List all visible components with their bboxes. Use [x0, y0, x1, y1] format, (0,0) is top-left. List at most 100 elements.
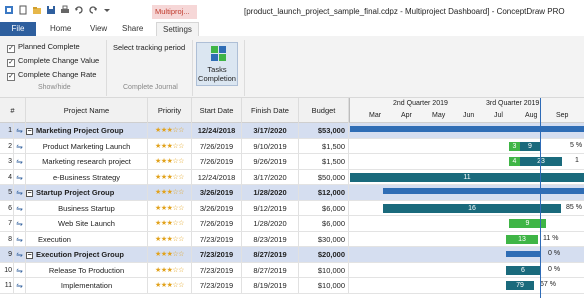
column-header-project-name[interactable]: Project Name — [26, 98, 148, 123]
row-number: 7 — [0, 216, 14, 231]
gantt-bar[interactable]: 11 — [350, 172, 584, 182]
start-date: 7/26/2019 — [192, 216, 242, 231]
row-number: 3 — [0, 154, 14, 169]
quarter-label: 2nd Quarter 2019 — [393, 100, 448, 107]
tab-view[interactable]: View — [90, 22, 107, 36]
timeline-header: 2nd Quarter 2019 3rd Quarter 2019 Mar Ap… — [349, 98, 584, 123]
budget: $30,000 — [299, 231, 349, 247]
project-name[interactable]: Execution — [26, 231, 148, 247]
tab-share[interactable]: Share — [122, 22, 143, 36]
budget: $6,000 — [299, 216, 349, 231]
column-header-budget[interactable]: Budget — [299, 98, 349, 123]
budget: $50,000 — [299, 169, 349, 185]
undo-icon[interactable] — [74, 5, 84, 15]
task-link-icon: ⇋ — [14, 231, 26, 247]
project-name[interactable]: Business Startup — [26, 200, 148, 216]
gantt-bar[interactable]: 79 — [506, 281, 534, 290]
row-number: 2 — [0, 138, 14, 154]
task-link-icon: ⇋ — [14, 123, 26, 138]
gantt-bar[interactable]: 16 — [383, 203, 561, 213]
budget: $1,500 — [299, 154, 349, 169]
print-icon[interactable] — [60, 5, 70, 15]
project-name[interactable]: Web Site Launch — [26, 216, 148, 231]
column-header-priority[interactable]: Priority — [148, 98, 192, 123]
month-label: Sep — [556, 112, 569, 119]
collapse-icon[interactable]: − — [26, 128, 33, 135]
open-folder-icon[interactable] — [32, 5, 42, 15]
complete-change-rate-checkbox[interactable]: ✓ Complete Change Rate — [7, 69, 97, 81]
table-row[interactable]: 3 ⇋ Marketing research project ★★★☆☆ 7/2… — [0, 154, 584, 170]
summary-gantt-bar[interactable] — [350, 126, 584, 132]
task-link-icon: ⇋ — [14, 262, 26, 278]
finish-date: 1/28/2020 — [242, 216, 299, 231]
priority-stars: ★★★☆☆ — [148, 169, 192, 185]
project-name[interactable]: e-Business Strategy — [26, 169, 148, 185]
row-number: 10 — [0, 262, 14, 278]
month-label: Jun — [463, 112, 475, 119]
summary-gantt-bar[interactable] — [383, 188, 584, 194]
redo-icon[interactable] — [88, 5, 98, 15]
collapse-icon[interactable]: − — [26, 190, 33, 197]
project-name[interactable]: − Execution Project Group — [26, 247, 148, 262]
month-label: May — [432, 112, 446, 119]
table-row[interactable]: 8 ⇋ Execution ★★★☆☆ 7/23/2019 8/23/2019 … — [0, 231, 584, 247]
gantt-bar[interactable]: 13 — [506, 234, 538, 244]
priority-stars: ★★★☆☆ — [148, 247, 192, 262]
priority-stars: ★★★☆☆ — [148, 216, 192, 231]
task-link-icon: ⇋ — [14, 154, 26, 169]
column-header-finish-date[interactable]: Finish Date — [242, 98, 299, 123]
start-date: 3/26/2019 — [192, 185, 242, 200]
new-document-icon[interactable] — [18, 5, 28, 15]
gantt-bar[interactable]: 23 — [520, 157, 562, 166]
tab-settings[interactable]: Settings — [156, 22, 199, 36]
project-name[interactable]: Marketing research project — [26, 154, 148, 169]
budget: $12,000 — [299, 185, 349, 200]
task-link-icon: ⇋ — [14, 247, 26, 262]
complete-change-rate-label: Complete Change Rate — [18, 70, 97, 79]
table-row[interactable]: 1 ⇋ − Marketing Project Group ★★★☆☆ 12/24… — [0, 123, 584, 139]
project-name[interactable]: Implementation — [26, 278, 148, 293]
task-link-icon: ⇋ — [14, 138, 26, 154]
collapse-icon[interactable]: − — [26, 252, 33, 259]
gantt-bar[interactable]: 6 — [506, 265, 540, 275]
table-row[interactable]: 11 ⇋ Implementation ★★★☆☆ 7/23/2019 8/19… — [0, 278, 584, 294]
project-name[interactable]: Product Marketing Launch — [26, 138, 148, 154]
row-number: 5 — [0, 185, 14, 200]
finish-date: 8/23/2019 — [242, 231, 299, 247]
tasks-completion-button[interactable]: Tasks Completion — [196, 42, 238, 86]
planned-complete-checkbox[interactable]: ✓ Planned Complete — [7, 41, 80, 53]
gantt-bar[interactable]: 3 — [509, 141, 520, 151]
quarter-label: 3rd Quarter 2019 — [486, 100, 540, 107]
tab-home[interactable]: Home — [50, 22, 71, 36]
tab-file[interactable]: File — [0, 22, 36, 36]
gantt-bar[interactable]: 9 — [520, 141, 540, 151]
column-header-number[interactable]: # — [0, 98, 26, 123]
table-row[interactable]: 7 ⇋ Web Site Launch ★★★☆☆ 7/26/2019 1/28… — [0, 216, 584, 232]
start-date: 7/26/2019 — [192, 154, 242, 169]
customize-toolbar-icon[interactable] — [102, 5, 112, 15]
project-name[interactable]: − Startup Project Group — [26, 185, 148, 200]
start-date: 7/23/2019 — [192, 262, 242, 278]
context-tab-group-label: Multiproj... — [152, 5, 197, 19]
month-label: Apr — [401, 112, 412, 119]
finish-date: 8/27/2019 — [242, 262, 299, 278]
table-row[interactable]: 6 ⇋ Business Startup ★★★☆☆ 3/26/2019 9/1… — [0, 200, 584, 216]
complete-change-value-checkbox[interactable]: ✓ Complete Change Value — [7, 55, 99, 67]
table-row[interactable]: 10 ⇋ Release To Production ★★★☆☆ 7/23/20… — [0, 262, 584, 278]
gantt-bar[interactable]: 4 — [509, 157, 520, 166]
select-tracking-period-button[interactable]: Select tracking period — [113, 43, 185, 52]
table-row[interactable]: 4 ⇋ e-Business Strategy ★★★☆☆ 12/24/2018… — [0, 169, 584, 185]
project-name[interactable]: Release To Production — [26, 262, 148, 278]
group-separator — [244, 40, 245, 96]
app-icon — [5, 6, 13, 14]
summary-gantt-bar[interactable] — [506, 251, 540, 257]
priority-stars: ★★★☆☆ — [148, 154, 192, 169]
finish-date: 3/17/2020 — [242, 169, 299, 185]
save-icon[interactable] — [46, 5, 56, 15]
column-header-start-date[interactable]: Start Date — [192, 98, 242, 123]
table-row[interactable]: 9 ⇋ − Execution Project Group ★★★☆☆ 7/23/… — [0, 247, 584, 263]
checkmark-icon: ✓ — [7, 59, 15, 67]
project-name[interactable]: − Marketing Project Group — [26, 123, 148, 138]
table-row[interactable]: 5 ⇋ − Startup Project Group ★★★☆☆ 3/26/20… — [0, 185, 584, 201]
table-row[interactable]: 2 ⇋ Product Marketing Launch ★★★☆☆ 7/26/… — [0, 138, 584, 154]
